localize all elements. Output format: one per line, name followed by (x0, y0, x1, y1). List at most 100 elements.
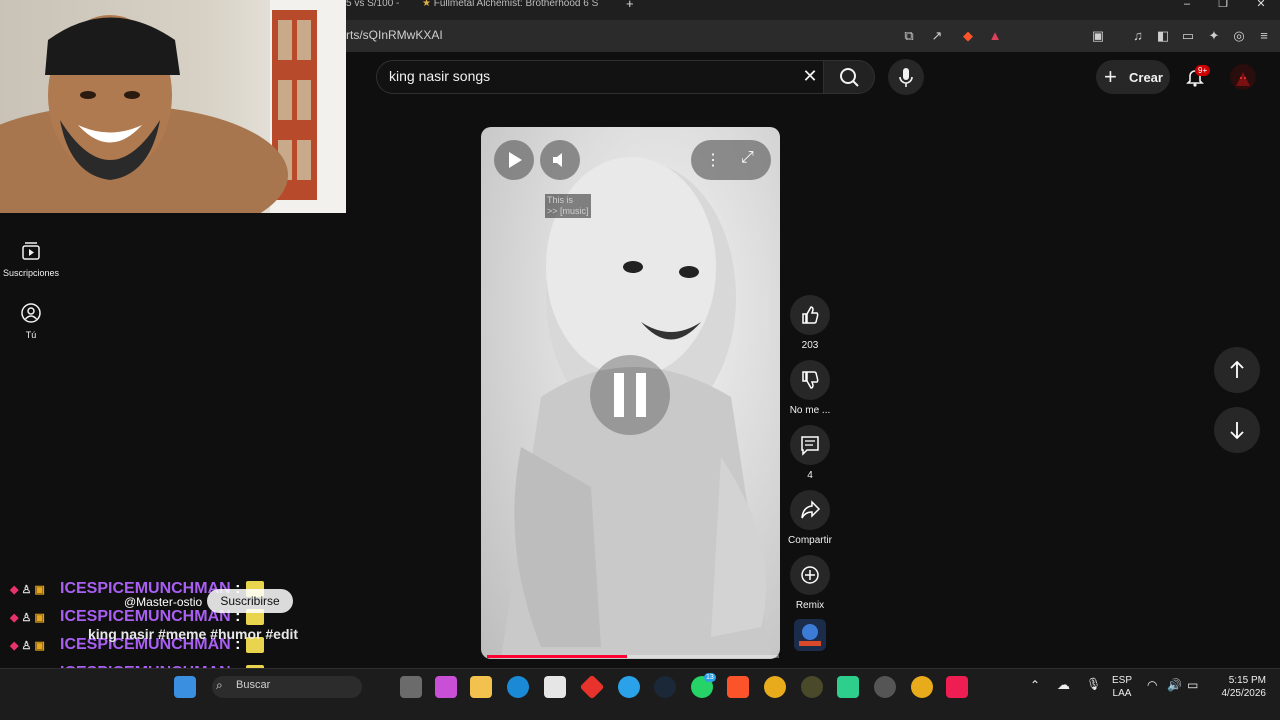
taskbar-search-icon: ⌕ (216, 678, 223, 692)
share-icon (801, 500, 821, 519)
streamer-image (0, 0, 346, 213)
leo-ai-icon[interactable]: ✦ (1204, 26, 1224, 46)
whatsapp-badge: 13 (704, 673, 716, 682)
vpn-icon[interactable]: ◎ (1229, 26, 1249, 46)
channel-handle[interactable]: @Master-ostio (124, 595, 202, 609)
play-icon (509, 152, 522, 168)
wallet-icon[interactable]: ▭ (1178, 26, 1198, 46)
mute-button[interactable] (540, 140, 580, 180)
microsoft-store-icon[interactable] (544, 676, 566, 698)
voice-search-button[interactable] (888, 59, 924, 95)
next-short-button[interactable] (1214, 407, 1260, 453)
share-page-icon[interactable]: ↗ (927, 26, 947, 46)
channel-avatar[interactable] (794, 619, 826, 651)
clear-search-icon[interactable]: ✕ (800, 66, 820, 87)
music-icon[interactable]: ♫ (1128, 26, 1148, 46)
wifi-icon[interactable]: ◠ (1147, 678, 1157, 692)
steam-icon[interactable] (654, 676, 676, 698)
lang-line-1: ESP (1112, 675, 1133, 686)
arrow-down-icon (1230, 422, 1244, 440)
comment-count: 4 (807, 470, 813, 481)
language-indicator[interactable]: ESP LAA (1112, 674, 1132, 700)
video-captions: This is >> [music] (545, 194, 591, 218)
chrome-profile-icon[interactable] (911, 676, 933, 698)
app-gray-icon[interactable] (874, 676, 896, 698)
lang-line-2: LAA (1112, 688, 1132, 699)
share-button[interactable] (790, 490, 830, 530)
start-icon[interactable] (174, 676, 196, 698)
sidebar-item-you[interactable]: Tú (0, 302, 62, 340)
battery-icon[interactable]: ▭ (1187, 678, 1198, 692)
new-tab-button[interactable]: + (626, 0, 640, 20)
account-avatar[interactable] (1230, 64, 1256, 90)
edge-icon[interactable] (507, 676, 529, 698)
sidebar-item-label: Tú (25, 330, 37, 340)
brave-rewards-icon[interactable]: ▲ (985, 26, 1005, 46)
comment-icon (801, 436, 819, 456)
create-button[interactable]: + Crear (1096, 60, 1170, 94)
menu-icon[interactable]: ≡ (1254, 26, 1274, 46)
onedrive-icon[interactable]: ☁ (1057, 677, 1070, 693)
clock-date: 4/25/2026 (1221, 688, 1267, 699)
copilot-icon[interactable] (435, 676, 457, 698)
speaker-icon[interactable]: 🔊 (1167, 678, 1182, 692)
thumbs-up-icon (802, 306, 819, 324)
microphone-icon (899, 68, 913, 87)
pause-indicator[interactable] (590, 355, 670, 435)
minimize-icon[interactable]: – (1172, 0, 1202, 10)
subscribe-button[interactable]: Suscribirse (207, 589, 293, 613)
tab-title: Fullmetal Alchemist: Brotherhood 6 S (433, 0, 599, 9)
share-label: Compartir (788, 535, 832, 546)
media-icon[interactable]: ▣ (1088, 26, 1108, 46)
sidebar-item-subscriptions[interactable]: Suscripciones (0, 240, 62, 278)
url-field[interactable]: rts/sQInRMwKXAI (346, 28, 443, 42)
channel-logo-image (794, 619, 826, 651)
fullscreen-icon[interactable]: ⤢ (741, 149, 754, 167)
pause-icon (614, 373, 646, 417)
chat-badges-icon: ◆ ♙ ▣ (10, 612, 45, 624)
restore-icon[interactable]: ❐ (1208, 0, 1238, 10)
caption-line: >> [music] (547, 206, 589, 216)
you-icon (21, 303, 41, 323)
like-button[interactable] (790, 295, 830, 335)
close-window-icon[interactable]: ✕ (1246, 0, 1276, 10)
browser-tab-1[interactable]: 5 vs S/100 - (346, 0, 406, 20)
play-button[interactable] (494, 140, 534, 180)
chat-badges-icon: ◆ ♙ ▣ (10, 584, 45, 596)
clock-time: 5:15 PM (1228, 675, 1266, 686)
plus-icon: + (1104, 64, 1117, 89)
arrow-up-icon (1230, 360, 1244, 378)
previous-short-button[interactable] (1214, 347, 1260, 393)
remix-button[interactable] (790, 555, 830, 595)
browser-tab-2[interactable]: ★ Fullmetal Alchemist: Brotherhood 6 S (422, 0, 612, 20)
app-emoji-icon[interactable] (801, 676, 823, 698)
video-progress-fill (487, 655, 627, 658)
app-green-icon[interactable] (837, 676, 859, 698)
dislike-button[interactable] (790, 360, 830, 400)
chat-username: ICESPICEMUNCHMAN (60, 608, 231, 625)
file-explorer-icon[interactable] (470, 676, 492, 698)
dislike-label: No me ... (789, 405, 831, 416)
cast-icon[interactable]: ⧉ (899, 26, 919, 46)
system-clock[interactable]: 5:15 PM 4/25/2026 (1212, 674, 1267, 700)
taskbar-search-box[interactable] (212, 676, 362, 698)
tray-mic-icon[interactable]: 🎙 (1086, 677, 1101, 691)
tiktok-icon[interactable] (946, 676, 968, 698)
chrome-icon[interactable] (764, 676, 786, 698)
brave-icon[interactable] (727, 676, 749, 698)
like-count: 203 (801, 340, 819, 351)
tray-overflow-icon[interactable]: ⌃ (1030, 678, 1040, 692)
brave-shield-icon[interactable]: ◆ (958, 26, 978, 46)
subscriptions-icon (22, 242, 40, 260)
thumbs-down-icon (802, 371, 819, 389)
tab-favicon-icon: ★ (422, 0, 434, 9)
search-button[interactable] (823, 60, 875, 94)
sidebar-toggle-icon[interactable]: ◧ (1153, 26, 1173, 46)
video-title: king nasir #meme #humor #edit (88, 626, 299, 642)
comments-button[interactable] (790, 425, 830, 465)
sidebar-item-label: Suscripciones (2, 268, 60, 278)
more-options-icon[interactable]: ⋮ (705, 150, 721, 170)
task-view-icon[interactable] (400, 676, 422, 698)
app-blue-icon[interactable] (618, 676, 640, 698)
remix-label: Remix (795, 600, 825, 611)
